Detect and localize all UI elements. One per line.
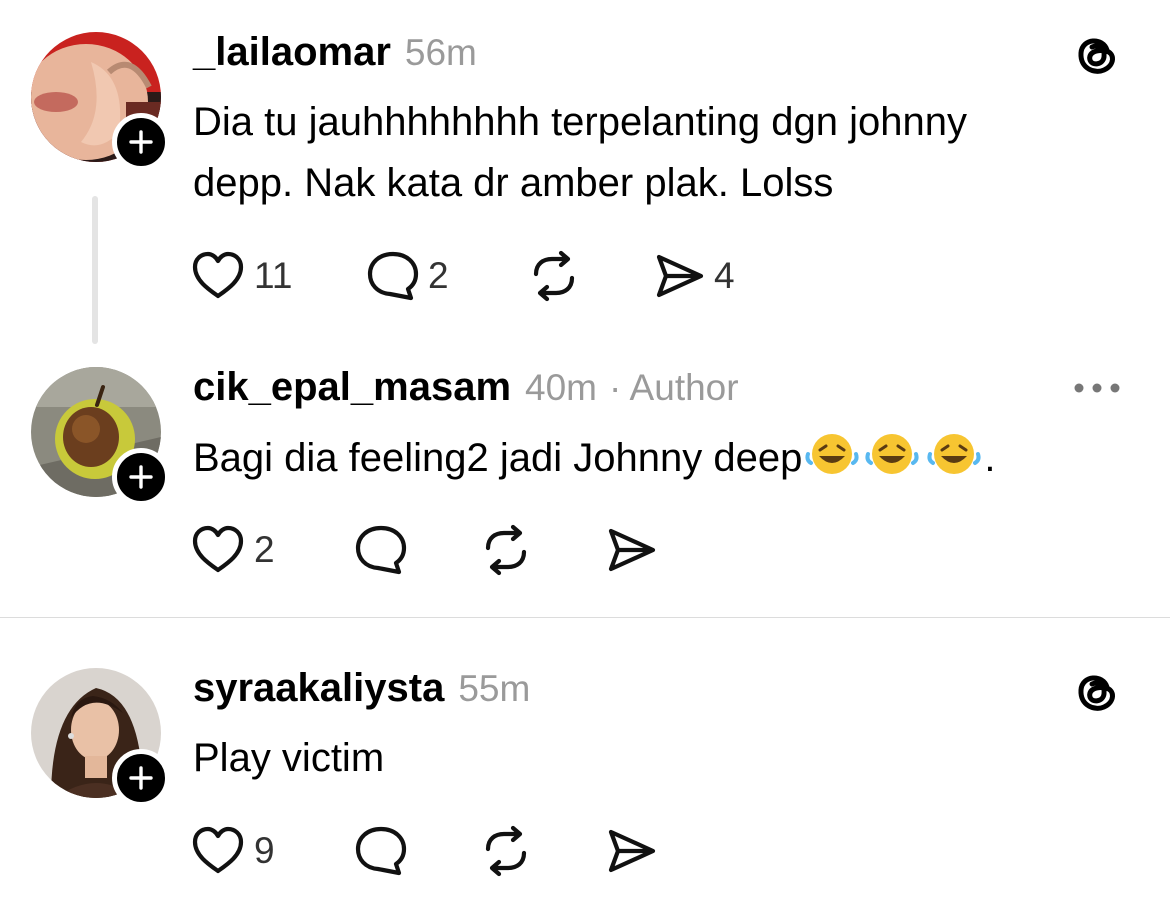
like-button[interactable]: 2 [190,522,275,578]
send-icon [608,528,656,572]
follow-button[interactable] [112,448,170,506]
username[interactable]: _lailaomar [193,30,391,75]
post-header: _lailaomar 56m [193,30,477,75]
comment-icon [355,525,407,575]
avatar-container [31,32,170,171]
follow-button[interactable] [112,749,170,807]
repost-icon [485,825,527,877]
avatar-container [31,668,170,807]
comment-icon [355,826,407,876]
username[interactable]: syraakaliysta [193,666,444,711]
share-count: 4 [714,255,735,296]
reply-count: 2 [428,255,449,296]
laughing-emoji-icon [862,432,922,494]
send-icon [656,254,704,298]
send-icon [608,829,656,873]
post-time: 55m [458,668,531,709]
reply-post: cik_epal_masam 40m · Author Bagi dia fee… [0,345,1170,617]
plus-icon [129,130,153,154]
heart-icon [192,826,244,874]
like-count: 2 [254,529,275,570]
post-text-line: depp. Nak kata dr amber plak. Lolss [193,161,834,205]
post-text: Dia tu jauhhhhhhhh terpelanting dgn john… [193,92,1113,214]
reply-button[interactable] [354,522,408,578]
threads-icon[interactable] [1073,665,1119,720]
avatar-container [31,367,170,506]
post-text: Play victim [193,728,1113,789]
username[interactable]: cik_epal_masam [193,365,511,410]
reply-post: _lailaomar 56m Dia tu jauhhhhhhhh terpel… [0,0,1170,345]
post-time: 56m [404,32,477,73]
plus-icon [129,766,153,790]
laughing-emoji-icon [804,432,860,494]
post-text-suffix: . [984,436,996,480]
repost-icon [533,250,575,302]
share-button[interactable] [606,522,658,578]
heart-icon [192,251,244,299]
threads-icon[interactable] [1073,28,1119,83]
share-button[interactable]: 4 [654,248,735,304]
reply-post: syraakaliysta 55m Play victim 9 [0,618,1170,915]
comment-icon [367,251,419,301]
like-count: 11 [254,255,293,296]
post-text-line: Dia tu jauhhhhhhhh terpelanting dgn john… [193,100,967,144]
laughing-emoji-icon [924,432,984,494]
repost-button[interactable] [480,823,532,879]
follow-button[interactable] [112,113,170,171]
reply-button[interactable]: 2 [366,248,449,304]
reply-feed: _lailaomar 56m Dia tu jauhhhhhhhh terpel… [0,0,1170,915]
post-header: syraakaliysta 55m [193,666,530,711]
repost-icon [485,524,527,576]
share-button[interactable] [606,823,658,879]
author-label: · Author [609,367,739,408]
thread-line [92,196,98,344]
repost-button[interactable] [480,522,532,578]
post-text-content: Play victim [193,736,385,780]
post-text-content: Bagi dia feeling2 jadi Johnny deep [193,436,803,480]
like-count: 9 [254,830,275,871]
more-icon[interactable] [1072,381,1122,400]
reply-button[interactable] [354,823,408,879]
plus-icon [129,465,153,489]
post-header: cik_epal_masam 40m · Author [193,365,739,410]
heart-icon [192,525,244,573]
repost-button[interactable] [528,248,580,304]
post-text: Bagi dia feeling2 jadi Johnny deep . [193,428,1113,494]
post-time: 40m [525,367,597,408]
like-button[interactable]: 9 [190,823,275,879]
like-button[interactable]: 11 [190,248,292,304]
